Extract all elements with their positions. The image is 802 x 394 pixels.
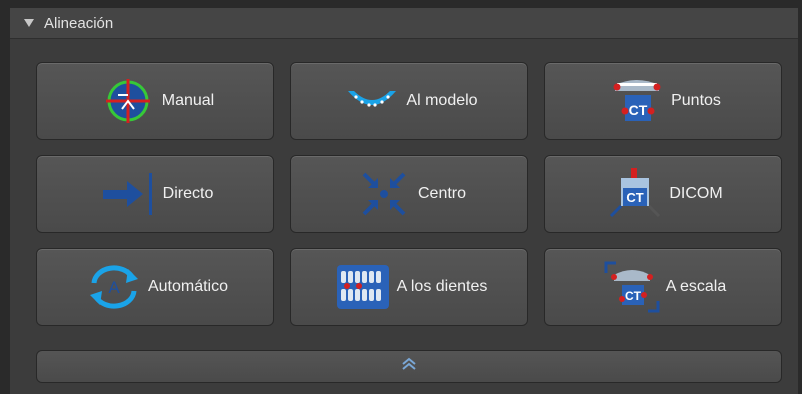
- double-chevron-up-icon: [400, 357, 418, 376]
- automatico-button[interactable]: A Automático: [36, 248, 274, 326]
- ct-text: CT: [629, 102, 648, 118]
- al-modelo-button[interactable]: Al modelo: [290, 62, 528, 140]
- ct-scale-icon: CT: [600, 258, 664, 316]
- a-escala-button[interactable]: CT A escala: [544, 248, 782, 326]
- panel-title: Alineación: [44, 14, 114, 32]
- ct-text: CT: [625, 289, 642, 303]
- directo-label: Directo: [162, 185, 214, 202]
- alignment-panel: Alineación Manual Al modelo CT Puntos Di…: [10, 8, 798, 394]
- puntos-button[interactable]: CT Puntos: [544, 62, 782, 140]
- puntos-label: Puntos: [671, 92, 721, 109]
- triangle-down-icon[interactable]: [22, 16, 36, 30]
- centro-button[interactable]: Centro: [290, 155, 528, 233]
- automatico-label: Automático: [147, 278, 229, 295]
- arrow-to-line-icon: [97, 165, 161, 223]
- auto-letter: A: [108, 278, 120, 297]
- teeth-icon: [331, 258, 395, 316]
- show-less-button[interactable]: [36, 350, 782, 383]
- centro-label: Centro: [417, 185, 467, 202]
- manual-button[interactable]: Manual: [36, 62, 274, 140]
- manual-crosshair-icon: [96, 72, 160, 130]
- a-los-dientes-label: A los dientes: [396, 278, 488, 295]
- dental-arch-icon: [340, 72, 404, 130]
- al-modelo-label: Al modelo: [406, 92, 478, 109]
- ct-points-icon: CT: [605, 72, 669, 130]
- ct-text: CT: [627, 190, 644, 205]
- dicom-button[interactable]: CT DICOM: [544, 155, 782, 233]
- manual-label: Manual: [161, 92, 215, 109]
- directo-button[interactable]: Directo: [36, 155, 274, 233]
- alignment-button-grid: Manual Al modelo CT Puntos Directo Centr…: [36, 62, 783, 326]
- a-los-dientes-button[interactable]: A los dientes: [290, 248, 528, 326]
- arrows-to-center-icon: [352, 165, 416, 223]
- panel-header[interactable]: Alineación: [10, 8, 798, 39]
- dicom-label: DICOM: [669, 185, 723, 202]
- ct-dicom-icon: CT: [603, 165, 667, 223]
- auto-align-icon: A: [82, 258, 146, 316]
- a-escala-label: A escala: [665, 278, 727, 295]
